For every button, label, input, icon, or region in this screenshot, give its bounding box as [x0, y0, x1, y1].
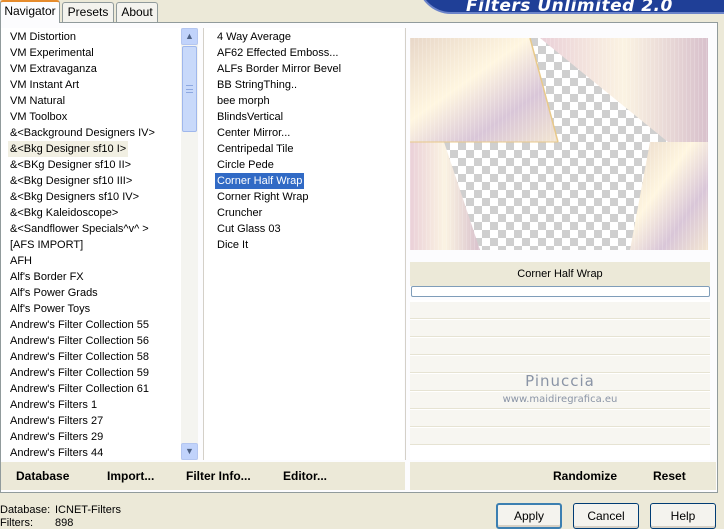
category-item[interactable]: &<Bkg Designer sf10 III> [8, 173, 134, 189]
category-item[interactable]: Andrew's Filters 1 [8, 397, 99, 413]
category-item[interactable]: &<BKg Designer sf10 II> [8, 157, 133, 173]
filter-info-button[interactable]: Filter Info... [186, 468, 251, 484]
tab-presets[interactable]: Presets [62, 2, 114, 22]
parameter-row [410, 410, 710, 427]
category-item[interactable]: &<Background Designers IV> [8, 125, 157, 141]
current-filter-name: Corner Half Wrap [410, 262, 710, 286]
filter-item[interactable]: Centripedal Tile [215, 141, 295, 157]
scroll-up-button[interactable]: ▲ [181, 28, 198, 45]
filters-count: 898 [55, 517, 74, 529]
category-item[interactable]: Alf's Power Grads [8, 285, 100, 301]
randomize-button[interactable]: Randomize [553, 468, 617, 484]
category-item[interactable]: VM Toolbox [8, 109, 69, 125]
reset-button[interactable]: Reset [653, 468, 686, 484]
apply-button[interactable]: Apply [496, 503, 562, 529]
category-item[interactable]: VM Experimental [8, 45, 96, 61]
category-item[interactable]: VM Natural [8, 93, 67, 109]
watermark-name: Pinuccia [525, 372, 595, 390]
filter-item[interactable]: ALFs Border Mirror Bevel [215, 61, 343, 77]
tab-navigator[interactable]: Navigator [0, 0, 60, 23]
category-item[interactable]: Andrew's Filter Collection 61 [8, 381, 151, 397]
category-item[interactable]: Andrew's Filter Collection 59 [8, 365, 151, 381]
category-item[interactable]: Andrew's Filter Collection 55 [8, 317, 151, 333]
database-button[interactable]: Database [16, 468, 69, 484]
tab-about[interactable]: About [116, 2, 158, 22]
filter-item[interactable]: Corner Right Wrap [215, 189, 311, 205]
filter-item[interactable]: 4 Way Average [215, 29, 293, 45]
parameter-row [410, 356, 710, 373]
category-item[interactable]: Andrew's Filters 44 [8, 445, 105, 461]
filter-item[interactable]: Cut Glass 03 [215, 221, 283, 237]
category-item[interactable]: &<Sandflower Specials^v^ > [8, 221, 151, 237]
category-item[interactable]: Andrew's Filters 27 [8, 413, 105, 429]
database-value: ICNET-Filters [55, 504, 121, 516]
preview-divider [405, 28, 406, 460]
cancel-button[interactable]: Cancel [573, 503, 639, 529]
filter-item[interactable]: BlindsVertical [215, 109, 285, 125]
category-item[interactable]: Andrew's Filter Collection 58 [8, 349, 151, 365]
category-item[interactable]: VM Distortion [8, 29, 78, 45]
category-item[interactable]: AFH [8, 253, 34, 269]
scroll-thumb[interactable] [182, 46, 197, 132]
arrow-up-icon: ▲ [185, 31, 194, 41]
grip-icon [186, 85, 193, 93]
category-item[interactable]: &<Bkg Designer sf10 I> [8, 141, 129, 157]
filters-label: Filters: [0, 517, 33, 529]
filter-item[interactable]: AF62 Effected Emboss... [215, 45, 340, 61]
filter-item[interactable]: BB StringThing.. [215, 77, 299, 93]
help-button[interactable]: Help [650, 503, 716, 529]
filter-item[interactable]: Circle Pede [215, 157, 276, 173]
filter-item[interactable]: Dice It [215, 237, 250, 253]
filter-item[interactable]: Corner Half Wrap [215, 173, 305, 189]
category-item[interactable]: [AFS IMPORT] [8, 237, 85, 253]
preview-effect-graphic [410, 38, 708, 250]
database-label: Database: [0, 504, 51, 516]
import-button[interactable]: Import... [107, 468, 154, 484]
progress-bar [411, 286, 710, 297]
category-item[interactable]: Alf's Border FX [8, 269, 86, 285]
category-item[interactable]: VM Instant Art [8, 77, 81, 93]
category-item[interactable]: VM Extravaganza [8, 61, 99, 77]
filter-item[interactable]: bee morph [215, 93, 272, 109]
filter-item[interactable]: Cruncher [215, 205, 264, 221]
arrow-down-icon: ▼ [185, 446, 194, 456]
parameter-row [410, 320, 710, 337]
category-item[interactable]: &<Bkg Kaleidoscope> [8, 205, 120, 221]
watermark-url: www.maidiregrafica.eu [502, 394, 618, 405]
parameter-row [410, 428, 710, 445]
category-item[interactable]: Andrew's Filter Collection 56 [8, 333, 151, 349]
editor-button[interactable]: Editor... [283, 468, 327, 484]
brand-title: Filters Unlimited 2.0 [466, 0, 673, 16]
scroll-down-button[interactable]: ▼ [181, 443, 198, 460]
category-item[interactable]: Alf's Power Toys [8, 301, 92, 317]
category-item[interactable]: &<Bkg Designers sf10 IV> [8, 189, 141, 205]
parameter-row [410, 302, 710, 319]
filter-item[interactable]: Center Mirror... [215, 125, 292, 141]
category-item[interactable]: Andrew's Filters 29 [8, 429, 105, 445]
parameter-row [410, 338, 710, 355]
preview-image [410, 38, 708, 250]
